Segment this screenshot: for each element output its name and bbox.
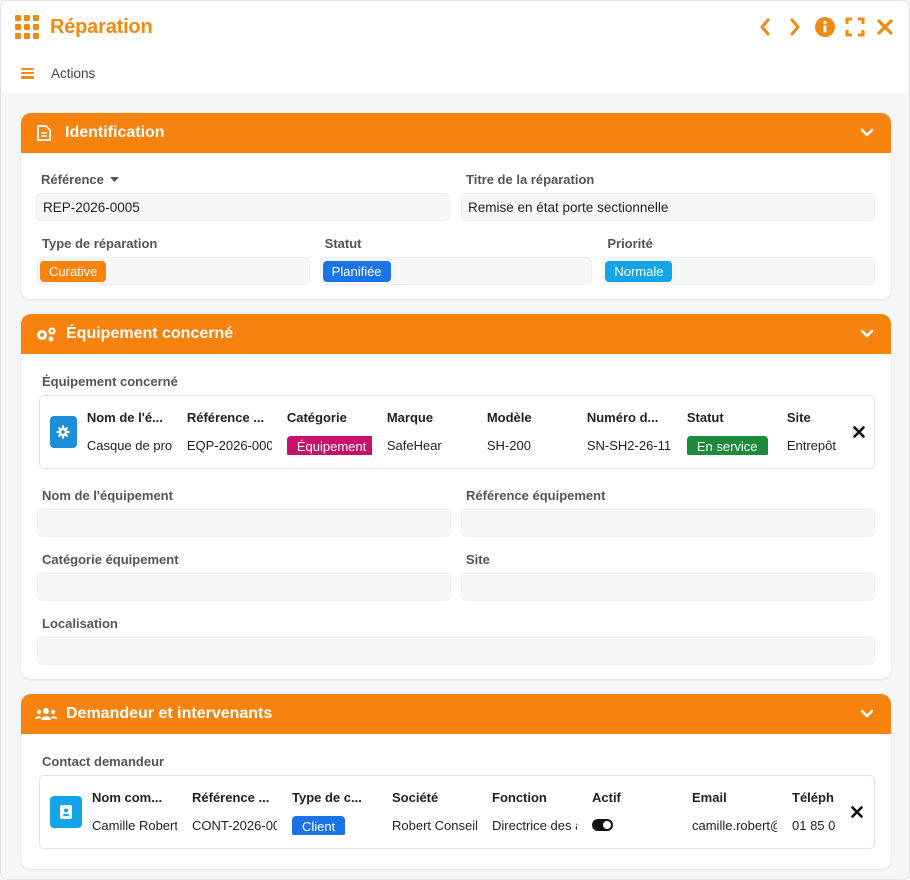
chevron-down-icon[interactable] (857, 123, 877, 143)
close-icon (851, 806, 863, 818)
identification-title: Identification (65, 124, 165, 141)
categorie-badge: Équipement (286, 435, 372, 455)
actions-bar: Actions (1, 53, 909, 93)
type-badge: Curative (40, 260, 107, 282)
site-field[interactable] (461, 573, 875, 601)
chevron-right-icon[interactable] (785, 15, 805, 39)
reference-label: Référence (41, 172, 104, 187)
equipement-categorie-cell: Équipement (286, 435, 372, 455)
demandeur-title: Demandeur et intervenants (66, 705, 273, 722)
remove-contact-button[interactable] (842, 797, 872, 827)
column-header[interactable]: Statut (687, 410, 772, 425)
type-field[interactable]: Curative (37, 257, 310, 285)
gear-icon (50, 416, 77, 448)
cogs-icon (35, 325, 57, 343)
nom-equipement-label: Nom de l'équipement (42, 488, 173, 503)
chevron-down-icon[interactable] (857, 324, 877, 344)
type-badge: Client (292, 815, 346, 835)
demandeur-societe-cell: Robert Conseil (392, 817, 477, 833)
demandeur-reference-cell: CONT-2026-0005 (192, 817, 277, 833)
contact-card-icon (50, 796, 82, 828)
demandeur-nom-cell: Camille Robert (92, 817, 177, 833)
priorite-label: Priorité (607, 236, 653, 251)
repair-window: Réparation Actions Identification Référe… (0, 0, 910, 880)
type-label: Type de réparation (42, 236, 158, 251)
demandeur-subtable-label: Contact demandeur (42, 754, 165, 769)
reference-field[interactable]: REP-2026-0005 (36, 193, 450, 221)
demandeur-telephone-cell: 01 85 0 (792, 817, 836, 833)
identification-header[interactable]: Identification (21, 113, 891, 153)
column-header[interactable]: Type de c... (292, 790, 377, 805)
column-header[interactable]: Société (392, 790, 477, 805)
demandeur-type-cell: Client (292, 815, 377, 835)
statut-label: Statut (324, 236, 362, 251)
demandeur-actif-cell (592, 816, 677, 835)
column-header[interactable]: Nom de l'é... (87, 410, 172, 425)
statut-badge: Planifiée (322, 260, 391, 282)
equipement-statut-cell: En service (686, 435, 772, 455)
site-label: Site (466, 552, 490, 567)
form-content: Identification Référence REP-2026-0005 T… (21, 113, 891, 879)
column-header[interactable]: Actif (592, 790, 677, 805)
chevron-left-icon[interactable] (755, 15, 775, 39)
demandeur-fonction-cell: Directrice des achats (492, 817, 577, 833)
column-header[interactable]: Fonction (492, 790, 577, 805)
users-icon (35, 705, 57, 723)
categorie-equipement-label: Catégorie équipement (42, 552, 179, 567)
statut-badge: En service (686, 435, 768, 455)
title-bar: Réparation (1, 1, 909, 53)
chevron-down-icon[interactable] (857, 704, 877, 724)
column-header[interactable]: Modèle (487, 410, 572, 425)
column-header[interactable]: Marque (387, 410, 472, 425)
localisation-field[interactable] (37, 637, 875, 665)
equipement-numero-cell: SN-SH2-26-117 (586, 437, 672, 453)
equipement-header[interactable]: Équipement concerné (21, 314, 891, 354)
apps-grid-icon[interactable] (15, 15, 39, 39)
statut-field[interactable]: Planifiée (319, 257, 593, 285)
nom-equipement-field[interactable] (37, 509, 451, 537)
demandeur-section: Demandeur et intervenants Contact demand… (21, 694, 891, 869)
close-icon (853, 426, 866, 438)
equipement-table-row[interactable]: Nom de l'é... Casque de protection Référe… (39, 395, 875, 469)
column-header[interactable]: Nom com... (92, 790, 177, 805)
column-header[interactable]: Email (692, 790, 777, 805)
column-header[interactable]: Catégorie (287, 410, 372, 425)
actif-toggle[interactable] (592, 818, 613, 831)
demandeur-table-row[interactable]: Nom com... Camille Robert Référence ... CO… (39, 775, 875, 849)
categorie-equipement-field[interactable] (37, 573, 451, 601)
equipement-title: Équipement concerné (66, 325, 234, 342)
titre-field[interactable]: Remise en état porte sectionnelle (461, 193, 875, 221)
demandeur-email-cell: camille.robert@ (692, 817, 777, 833)
actions-menu-label[interactable]: Actions (51, 66, 95, 81)
priorite-badge: Normale (605, 260, 673, 282)
remove-equipement-button[interactable] (847, 417, 872, 447)
demandeur-header[interactable]: Demandeur et intervenants (21, 694, 891, 734)
column-header[interactable]: Référence ... (187, 410, 272, 425)
equipement-site-cell: Entrepôt (786, 437, 836, 453)
priorite-field[interactable]: Normale (602, 257, 876, 285)
equipement-marque-cell: SafeHear (386, 437, 442, 453)
equipement-modele-cell: SH-200 (486, 437, 531, 453)
localisation-label: Localisation (42, 616, 118, 631)
column-header[interactable]: Site (787, 410, 847, 425)
equipement-section: Équipement concerné Équipement concerné … (21, 314, 891, 679)
menu-icon[interactable] (21, 67, 34, 79)
fullscreen-icon[interactable] (845, 15, 865, 39)
window-controls (755, 15, 895, 39)
equipement-subtable-label: Équipement concerné (42, 374, 178, 389)
window-title: Réparation (50, 15, 153, 38)
document-icon (35, 124, 53, 142)
reference-equipement-label: Référence équipement (466, 488, 606, 503)
caret-down-icon[interactable] (109, 176, 119, 183)
close-icon[interactable] (875, 15, 895, 39)
column-header[interactable]: Numéro d... (587, 410, 672, 425)
titre-label: Titre de la réparation (466, 172, 595, 187)
column-header[interactable]: Référence ... (192, 790, 277, 805)
equipement-nom-cell: Casque de protection (86, 437, 172, 453)
identification-section: Identification Référence REP-2026-0005 T… (21, 113, 891, 299)
info-icon[interactable] (815, 15, 835, 39)
reference-equipement-field[interactable] (461, 509, 875, 537)
equipement-reference-cell: EQP-2026-0005 (186, 437, 272, 453)
column-header[interactable]: Téléph (792, 790, 837, 805)
